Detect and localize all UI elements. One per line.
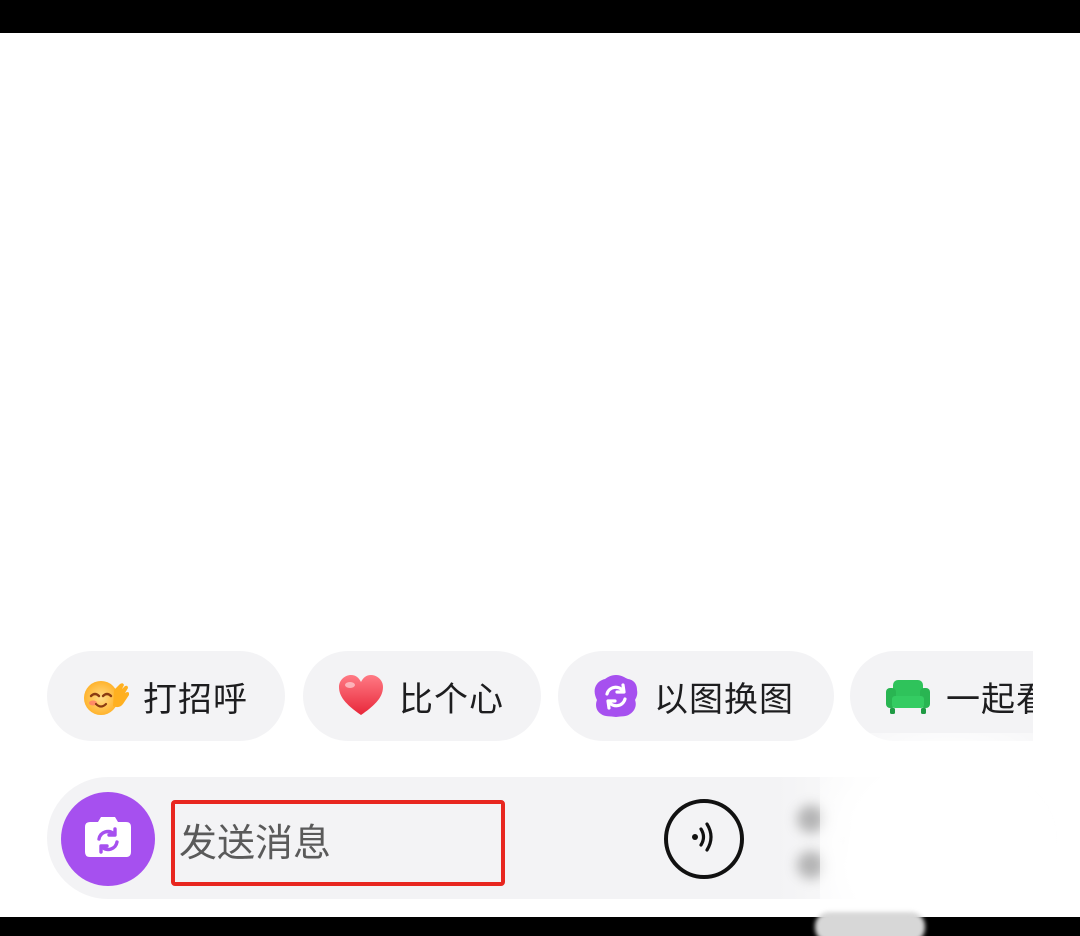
photo-swap-icon [592, 672, 640, 720]
waving-smiley-icon [81, 672, 129, 720]
quick-reply-label: 以图换图 [654, 679, 794, 720]
screen: 打招呼 比个心 以图换图 一起 发送消息 [0, 0, 1080, 936]
quick-reply-bar: 打招呼 比个心 以图换图 一起 [47, 651, 1033, 743]
quick-reply-watch-together[interactable]: 一起看 [850, 651, 1033, 741]
camera-refresh-icon [82, 814, 134, 864]
quick-reply-greet[interactable]: 打招呼 [47, 651, 285, 741]
camera-button[interactable] [61, 792, 155, 886]
heart-icon [337, 672, 385, 720]
quick-reply-heart[interactable]: 比个心 [303, 651, 541, 741]
voice-icon [682, 815, 726, 863]
quick-reply-label: 一起看 [946, 679, 1033, 720]
quick-reply-label: 打招呼 [143, 679, 248, 720]
sofa-icon [884, 672, 932, 720]
chat-area: 打招呼 比个心 以图换图 一起 发送消息 [0, 33, 1080, 917]
quick-reply-label: 比个心 [399, 679, 504, 720]
quick-reply-swap-photo[interactable]: 以图换图 [558, 651, 834, 741]
voice-button[interactable] [664, 799, 744, 879]
home-indicator [815, 912, 925, 936]
blur-overlay [820, 733, 1080, 917]
message-input[interactable] [171, 800, 505, 886]
